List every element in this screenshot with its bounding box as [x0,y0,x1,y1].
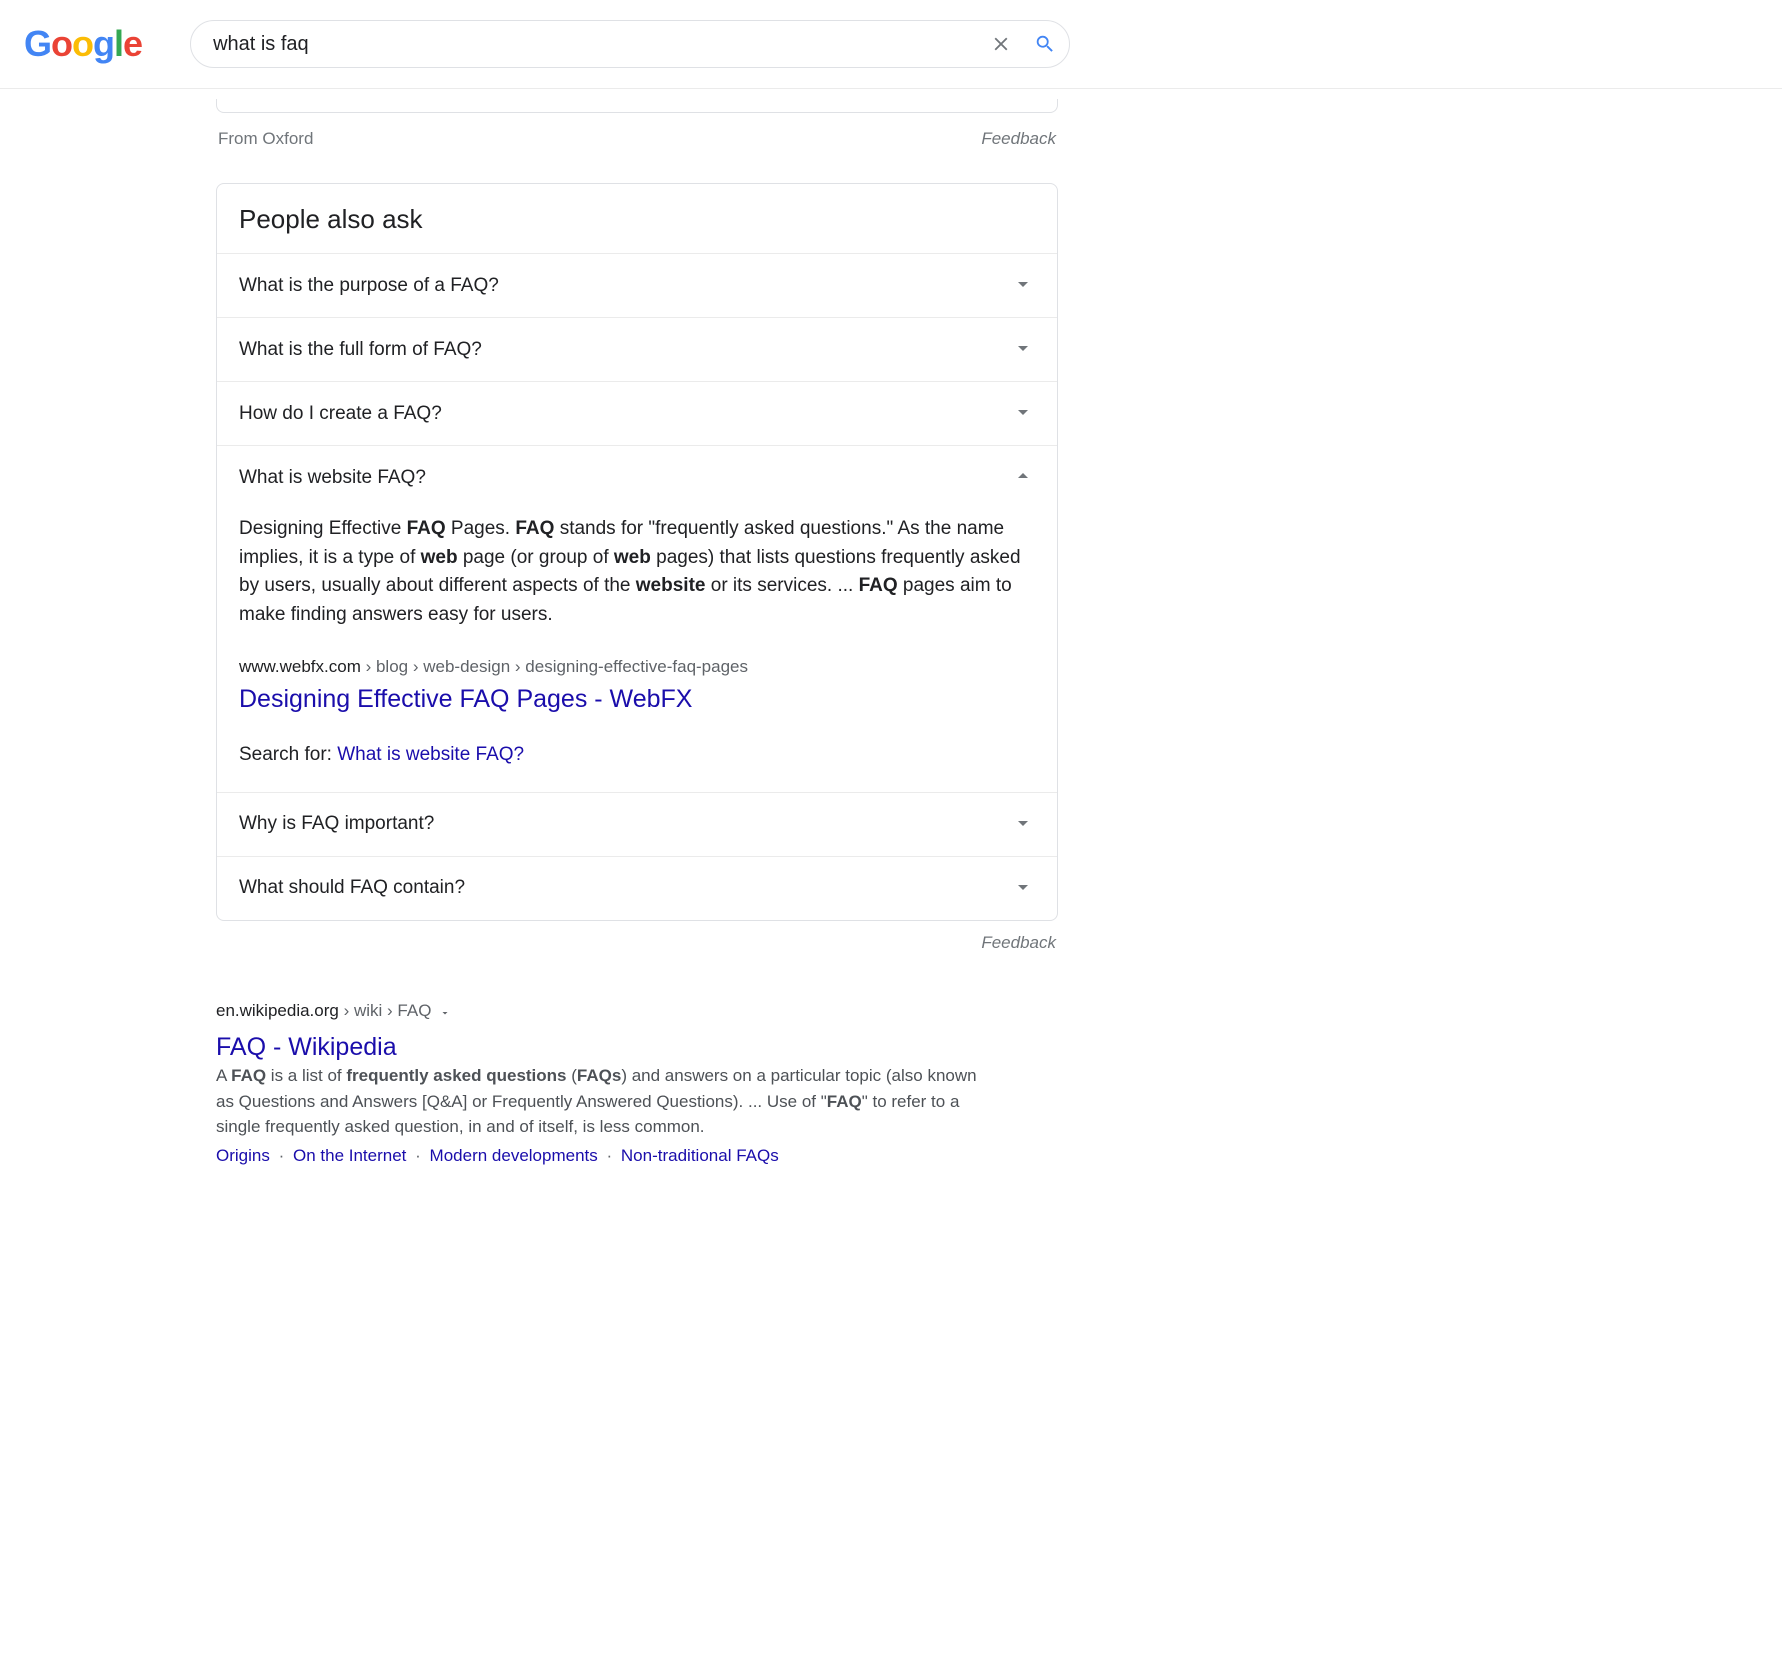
organic-result: en.wikipedia.org › wiki › FAQ FAQ - Wiki… [216,1001,1058,1166]
search-for-link[interactable]: What is website FAQ? [337,744,524,765]
caret-down-icon[interactable] [439,1006,451,1022]
search-input[interactable] [190,20,1070,68]
people-also-ask-header: People also ask [217,184,1057,254]
people-also-ask-card: People also ask What is the purpose of a… [216,183,1058,921]
search-for-label: Search for: [239,744,337,765]
sitelink[interactable]: On the Internet [293,1146,406,1165]
paa-item: What is the full form of FAQ? [217,318,1057,382]
search-for-row: Search for: What is website FAQ? [239,744,1035,766]
paa-question: What should FAQ contain? [239,877,465,899]
chevron-up-icon [1011,464,1035,491]
paa-item: Why is FAQ important? [217,793,1057,857]
sitelinks: Origins · On the Internet · Modern devel… [216,1146,1058,1166]
feedback-link[interactable]: Feedback [216,933,1058,953]
sitelink[interactable]: Origins [216,1146,270,1165]
paa-question-row[interactable]: What is the full form of FAQ? [217,318,1057,381]
clear-icon[interactable] [990,33,1012,55]
chevron-down-icon [1011,400,1035,427]
paa-question-row[interactable]: What should FAQ contain? [217,857,1057,920]
paa-question: How do I create a FAQ? [239,403,442,425]
paa-question-row[interactable]: What is website FAQ? [217,446,1057,509]
result-cite: en.wikipedia.org › wiki › FAQ [216,1001,431,1021]
paa-item-expanded: What is website FAQ? Designing Effective… [217,446,1057,793]
chevron-down-icon [1011,875,1035,902]
sitelink[interactable]: Non-traditional FAQs [621,1146,779,1165]
paa-question: What is the full form of FAQ? [239,339,482,361]
chevron-down-icon [1011,811,1035,838]
search-icon[interactable] [1034,33,1056,55]
chevron-down-icon [1011,272,1035,299]
chevron-down-icon [1011,336,1035,363]
result-title-link[interactable]: FAQ - Wikipedia [216,1031,1058,1064]
paa-item: What should FAQ contain? [217,857,1057,920]
paa-item: What is the purpose of a FAQ? [217,254,1057,318]
oxford-row: From Oxford Feedback [216,129,1058,149]
paa-answer-text: Designing Effective FAQ Pages. FAQ stand… [239,515,1035,629]
sitelink[interactable]: Modern developments [430,1146,598,1165]
search-bar [190,20,1070,68]
result-cite: www.webfx.com › blog › web-design › desi… [239,657,1035,677]
paa-question-row[interactable]: How do I create a FAQ? [217,382,1057,445]
paa-question: Why is FAQ important? [239,813,434,835]
paa-answer-body: Designing Effective FAQ Pages. FAQ stand… [217,515,1057,792]
result-snippet: A FAQ is a list of frequently asked ques… [216,1063,996,1140]
paa-question: What is the purpose of a FAQ? [239,275,499,297]
feedback-link[interactable]: Feedback [981,129,1056,149]
definition-card-bottom [216,99,1058,113]
google-logo[interactable]: Google [24,23,142,65]
result-title-link[interactable]: Designing Effective FAQ Pages - WebFX [239,683,1035,716]
paa-question-row[interactable]: What is the purpose of a FAQ? [217,254,1057,317]
paa-question: What is website FAQ? [239,467,426,489]
main-content: From Oxford Feedback People also ask Wha… [216,89,1058,1166]
paa-item: How do I create a FAQ? [217,382,1057,446]
header: Google [0,0,1782,89]
paa-question-row[interactable]: Why is FAQ important? [217,793,1057,856]
oxford-label: From Oxford [218,129,313,149]
